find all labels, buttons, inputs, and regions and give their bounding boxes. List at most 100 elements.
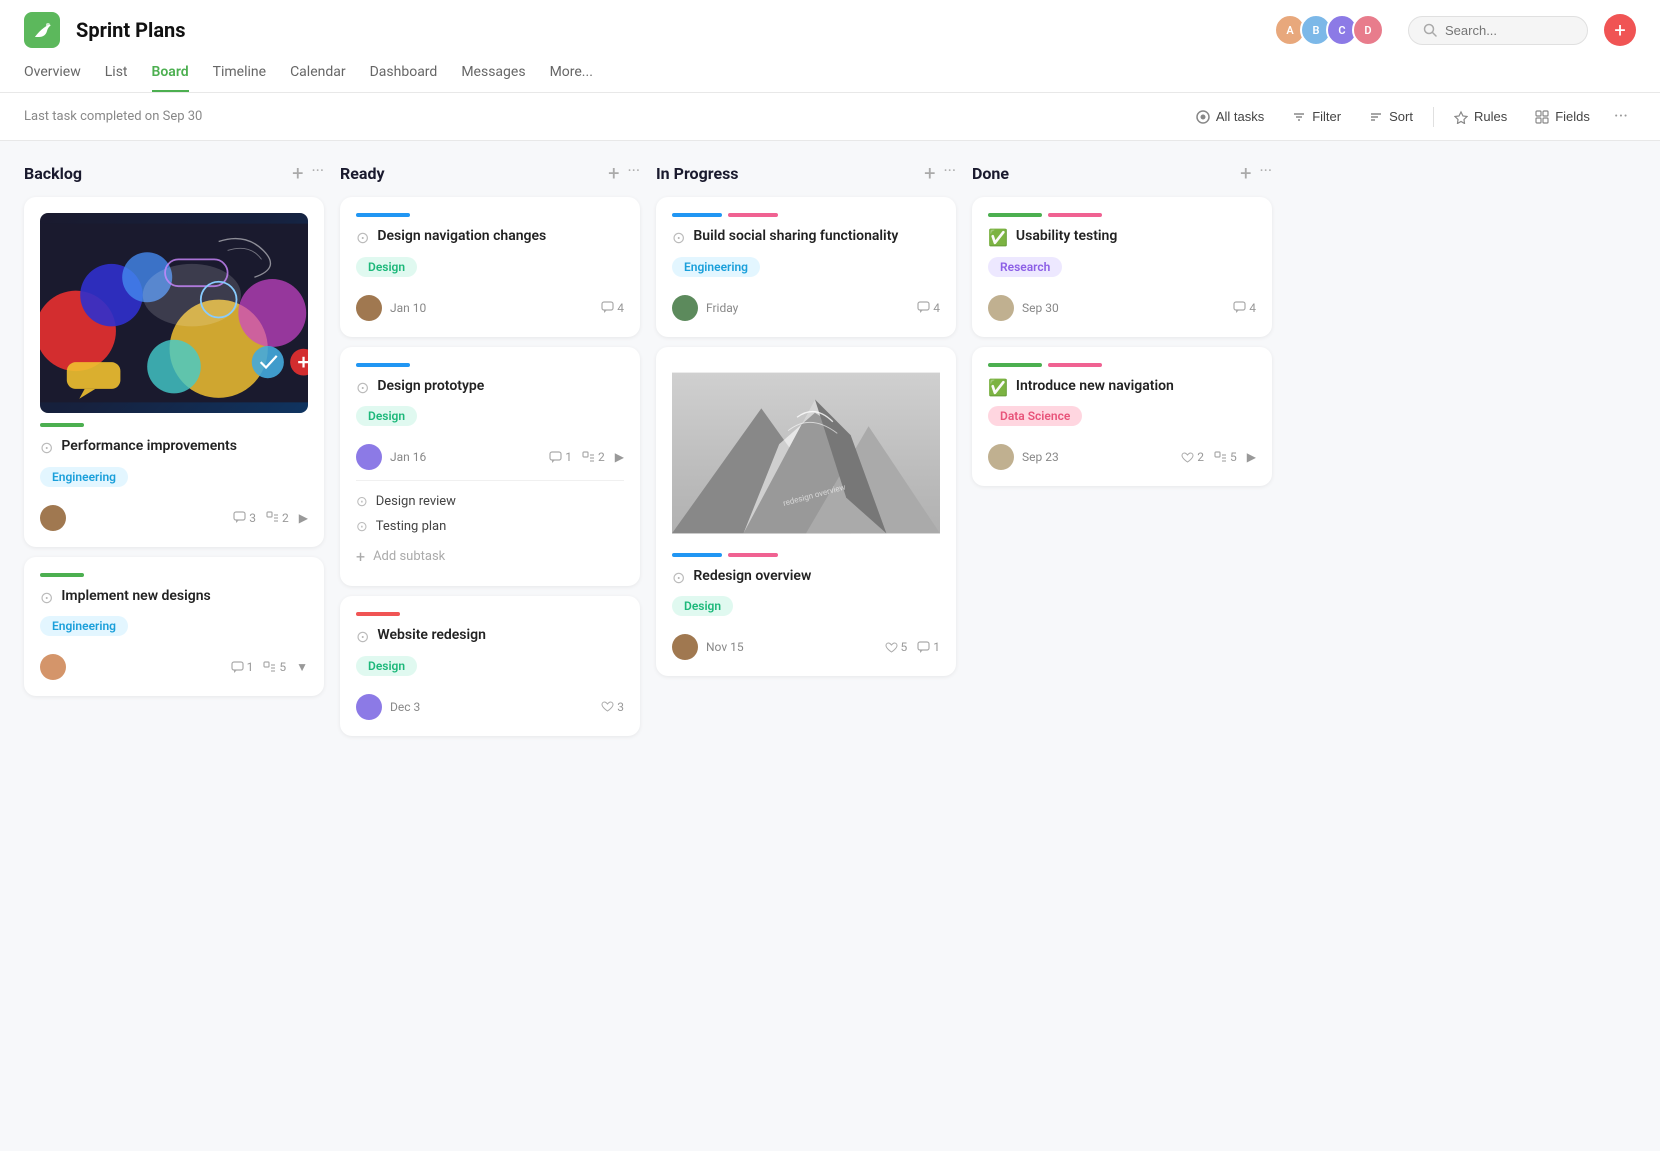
card-title-social: Build social sharing functionality (693, 227, 898, 247)
sort-button[interactable]: Sort (1357, 103, 1425, 130)
all-tasks-icon (1196, 110, 1210, 124)
chevron-down-icon[interactable]: ▼ (296, 660, 308, 674)
column-header-backlog: Backlog + ··· (24, 161, 324, 185)
card-title-row-website: ⊙ Website redesign (356, 626, 624, 656)
color-bar (40, 573, 84, 577)
check-icon: ⊙ (672, 228, 685, 247)
last-task-text: Last task completed on Sep 30 (24, 109, 1176, 124)
card-tag-engineering-social[interactable]: Engineering (672, 257, 760, 277)
subtask-label-2: Testing plan (376, 519, 447, 534)
search-input[interactable] (1445, 23, 1565, 38)
card-tag-design-redesign[interactable]: Design (672, 596, 733, 616)
card-meta-intro-nav: 2 5 ▶ (1181, 450, 1256, 464)
card-avatar-intro-nav (988, 444, 1014, 470)
column-actions-ready: + ··· (608, 161, 640, 185)
search-bar[interactable] (1408, 16, 1588, 45)
column-actions-done: + ··· (1240, 161, 1272, 185)
card-title-implement: Implement new designs (61, 587, 210, 607)
column-backlog: Backlog + ··· (24, 161, 324, 1131)
like-icon (601, 700, 614, 713)
check-icon-done-2: ✅ (988, 378, 1008, 397)
card-tag-design[interactable]: Design (356, 257, 417, 277)
subtask-check-1: ⊙ (356, 494, 368, 510)
more-column-options-ready[interactable]: ··· (627, 161, 640, 185)
comment-icon (1233, 301, 1246, 314)
card-avatar-website (356, 694, 382, 720)
add-column-item-ready[interactable]: + (608, 161, 619, 185)
check-icon: ⊙ (356, 627, 369, 646)
column-title-ready: Ready (340, 164, 600, 183)
tab-calendar[interactable]: Calendar (290, 56, 346, 92)
column-actions-backlog: + ··· (292, 161, 324, 185)
tab-list[interactable]: List (105, 56, 128, 92)
comment-icon (917, 301, 930, 314)
color-bar-blue (672, 553, 722, 557)
card-title-row-usability: ✅ Usability testing (988, 227, 1256, 257)
add-column-item-backlog[interactable]: + (292, 161, 303, 185)
check-icon: ⊙ (356, 378, 369, 397)
rules-button[interactable]: Rules (1442, 103, 1519, 130)
card-title-redesign: Redesign overview (693, 567, 811, 587)
card-tag-engineering[interactable]: Engineering (40, 467, 128, 487)
fields-button[interactable]: Fields (1523, 103, 1602, 130)
filter-button[interactable]: Filter (1280, 103, 1353, 130)
tab-board[interactable]: Board (152, 56, 189, 92)
comment-icon (549, 451, 562, 464)
check-icon-done: ✅ (988, 228, 1008, 247)
card-tag-design-website[interactable]: Design (356, 656, 417, 676)
like-icon (885, 641, 898, 654)
nav-tabs: Overview List Board Timeline Calendar Da… (24, 56, 1636, 92)
subtask-testing-plan: ⊙ Testing plan (356, 514, 624, 539)
more-column-options-backlog[interactable]: ··· (311, 161, 324, 185)
tab-dashboard[interactable]: Dashboard (370, 56, 438, 92)
color-bar (356, 213, 410, 217)
add-subtask-button[interactable]: + Add subtask (356, 543, 624, 570)
check-icon: ⊙ (672, 568, 685, 587)
card-website-redesign: ⊙ Website redesign Design Dec 3 3 (340, 596, 640, 736)
tab-timeline[interactable]: Timeline (213, 56, 266, 92)
card-tag-design-proto[interactable]: Design (356, 406, 417, 426)
card-meta-proto: 1 2 ▶ (549, 450, 624, 464)
card-title-row: ⊙ Performance improvements (40, 437, 308, 467)
column-header-inprogress: In Progress + ··· (656, 161, 956, 185)
subtask-check-2: ⊙ (356, 519, 368, 535)
tab-messages[interactable]: Messages (461, 56, 525, 92)
color-bars-usability (988, 213, 1256, 217)
color-bar-blue (672, 213, 722, 217)
expand-icon[interactable]: ▶ (299, 511, 308, 525)
more-options-button[interactable]: ··· (1606, 106, 1636, 127)
comment-icon (917, 641, 930, 654)
sort-icon (1369, 110, 1383, 124)
check-icon: ⊙ (40, 588, 53, 607)
card-title-intro-nav: Introduce new navigation (1016, 377, 1174, 397)
toolbar-divider (1433, 107, 1434, 127)
tab-more[interactable]: More... (550, 56, 593, 92)
more-column-options-inprogress[interactable]: ··· (943, 161, 956, 185)
card-tag-engineering-2[interactable]: Engineering (40, 616, 128, 636)
subtask-list: ⊙ Design review ⊙ Testing plan + Add sub… (356, 480, 624, 570)
tab-overview[interactable]: Overview (24, 56, 81, 92)
add-button[interactable]: + (1604, 14, 1636, 46)
add-column-item-done[interactable]: + (1240, 161, 1251, 185)
expand-icon-proto[interactable]: ▶ (615, 450, 624, 464)
like-count-redesign: 5 (885, 640, 908, 654)
card-footer-website: Dec 3 3 (356, 694, 624, 720)
color-bars-redesign (672, 553, 940, 557)
card-title-usability: Usability testing (1016, 227, 1117, 247)
card-meta-redesign: 5 1 (885, 640, 941, 654)
card-title-row-implement: ⊙ Implement new designs (40, 587, 308, 617)
card-tag-datascience[interactable]: Data Science (988, 406, 1082, 426)
card-tag-research[interactable]: Research (988, 257, 1062, 277)
toolbar-actions: All tasks Filter Sort Rules Fields ··· (1184, 103, 1636, 130)
add-column-item-inprogress[interactable]: + (924, 161, 935, 185)
board: Backlog + ··· (0, 141, 1660, 1151)
expand-icon-intro-nav[interactable]: ▶ (1247, 450, 1256, 464)
avatar-4: D (1352, 14, 1384, 46)
color-bar (356, 612, 400, 616)
more-column-options-done[interactable]: ··· (1259, 161, 1272, 185)
column-title-done: Done (972, 164, 1232, 183)
all-tasks-button[interactable]: All tasks (1184, 103, 1276, 130)
subtask-icon (1214, 451, 1227, 464)
card-title-performance: Performance improvements (61, 437, 237, 457)
card-meta: 3 2 ▶ (233, 511, 308, 525)
